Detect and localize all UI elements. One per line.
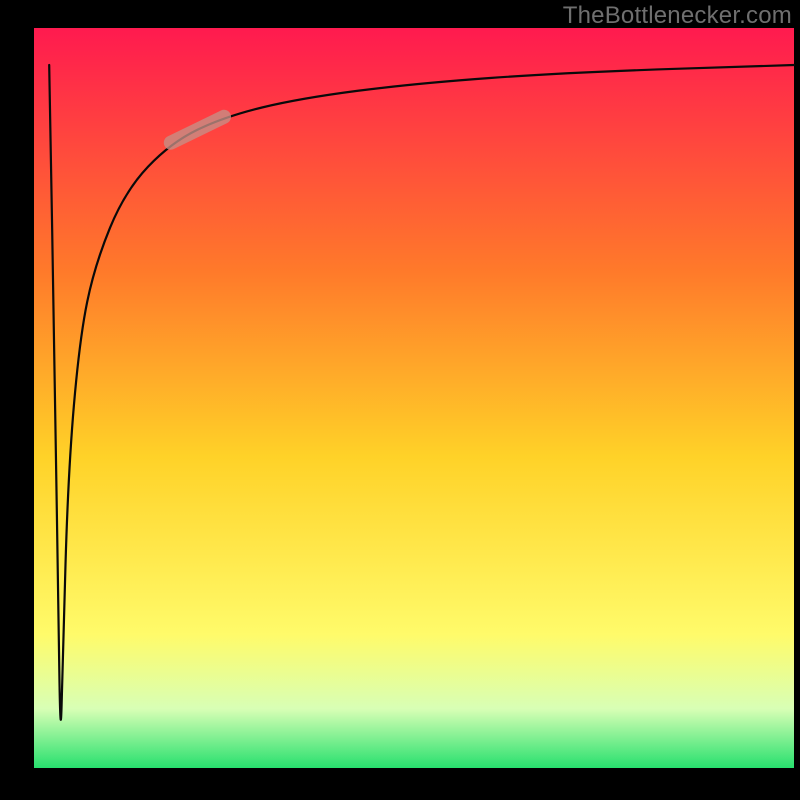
plot-background bbox=[34, 28, 794, 768]
bottleneck-chart bbox=[0, 0, 800, 800]
watermark-label: TheBottlenecker.com bbox=[563, 2, 792, 30]
chart-stage: TheBottlenecker.com bbox=[0, 0, 800, 800]
